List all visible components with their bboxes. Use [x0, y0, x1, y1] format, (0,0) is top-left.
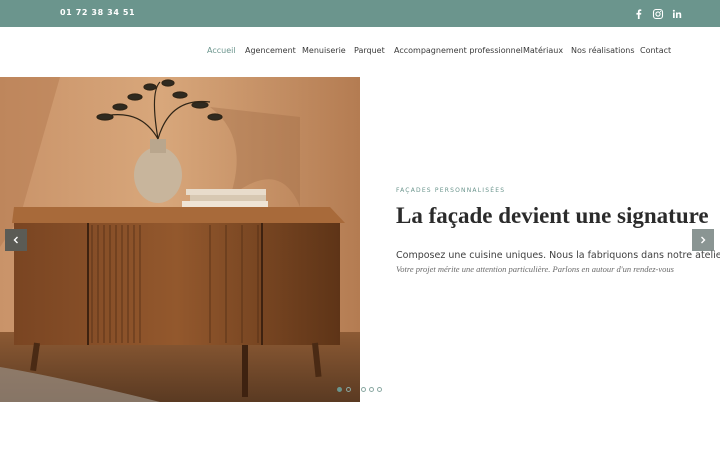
slider-dot[interactable]	[337, 387, 342, 392]
chevron-left-icon	[13, 236, 18, 244]
nav-item-materiaux[interactable]: Matériaux	[523, 46, 563, 55]
nav-item-menuiserie[interactable]: Menuiserie	[302, 46, 346, 55]
slider-dot[interactable]	[346, 387, 351, 392]
hero-image	[0, 77, 360, 402]
wooden-sideboard-photo	[0, 77, 360, 402]
slider-dot[interactable]	[361, 387, 366, 392]
instagram-icon[interactable]	[652, 8, 664, 20]
nav-item-contact[interactable]: Contact	[640, 46, 671, 55]
main-navigation: Accueil Agencement Menuiserie Parquet Ac…	[0, 46, 720, 58]
hero-headline: La façade devient une signature	[396, 203, 709, 228]
slider-prev-button[interactable]	[5, 229, 27, 251]
linkedin-icon[interactable]	[671, 8, 683, 20]
hero-lead-text: Composez une cuisine uniques. Nous la fa…	[396, 250, 720, 261]
nav-item-nos-realisations[interactable]: Nos réalisations	[571, 46, 635, 55]
top-bar: 01 72 38 34 51	[0, 0, 720, 27]
slider-dot[interactable]	[369, 387, 374, 392]
nav-item-accueil[interactable]: Accueil	[207, 46, 236, 55]
hero-subtext: Votre projet mérite une attention partic…	[396, 264, 674, 274]
phone-number[interactable]: 01 72 38 34 51	[60, 8, 135, 17]
facebook-icon[interactable]	[633, 8, 645, 20]
nav-item-agencement[interactable]: Agencement	[245, 46, 296, 55]
nav-item-accompagnement-professionnel[interactable]: Accompagnement professionnel	[394, 46, 523, 55]
nav-item-parquet[interactable]: Parquet	[354, 46, 385, 55]
slider-dot[interactable]	[377, 387, 382, 392]
hero-eyebrow: FAÇADES PERSONNALISÉES	[396, 187, 506, 194]
chevron-right-icon	[701, 236, 706, 244]
slider-next-button[interactable]	[692, 229, 714, 251]
